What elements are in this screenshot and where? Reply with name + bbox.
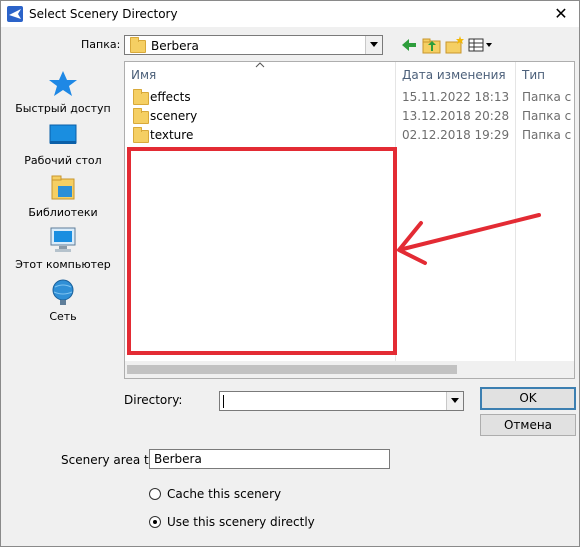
list-item[interactable]: texture 02.12.2018 19:29 Папка с ф	[125, 126, 574, 145]
back-icon	[402, 39, 416, 51]
lookin-value: Berbera	[151, 39, 199, 53]
place-label: Рабочий стол	[24, 154, 102, 167]
view-menu-icon	[468, 38, 492, 52]
place-libraries[interactable]: Библиотеки	[13, 173, 113, 219]
place-quick-access[interactable]: Быстрый доступ	[13, 69, 113, 115]
column-header-date[interactable]: Дата изменения	[396, 62, 515, 88]
directory-label: Directory:	[124, 393, 183, 407]
place-desktop[interactable]: Рабочий стол	[13, 121, 113, 167]
folder-icon	[133, 127, 149, 143]
direct-radio[interactable]	[149, 516, 161, 528]
horizontal-scrollbar[interactable]	[125, 361, 574, 378]
scenery-title-input[interactable]: Berbera	[149, 449, 390, 469]
chevron-down-icon[interactable]	[446, 392, 463, 410]
place-network[interactable]: Сеть	[13, 277, 113, 323]
view-menu-button[interactable]	[467, 35, 495, 55]
place-this-pc[interactable]: Этот компьютер	[13, 225, 113, 271]
folder-icon	[133, 89, 149, 105]
place-label: Библиотеки	[28, 206, 98, 219]
back-button[interactable]	[398, 35, 420, 55]
file-date: 13.12.2018 20:28	[402, 109, 510, 123]
network-icon	[47, 277, 79, 307]
file-name: texture	[150, 128, 194, 142]
up-folder-icon	[422, 38, 441, 54]
directory-combo[interactable]	[219, 391, 464, 411]
file-type: Папка с ф	[522, 90, 574, 104]
column-header-name[interactable]: Имя	[125, 62, 395, 88]
ok-button[interactable]: OK	[480, 387, 576, 410]
column-header-type[interactable]: Тип	[516, 62, 574, 88]
place-label: Сеть	[49, 310, 77, 323]
file-name: scenery	[150, 109, 198, 123]
list-item[interactable]: scenery 13.12.2018 20:28 Папка с ф	[125, 107, 574, 126]
new-folder-icon	[445, 36, 464, 54]
direct-radio-label[interactable]: Use this scenery directly	[167, 515, 315, 529]
cache-radio-label[interactable]: Cache this scenery	[167, 487, 281, 501]
new-folder-button[interactable]	[444, 35, 466, 55]
folder-icon	[133, 108, 149, 124]
file-type: Папка с ф	[522, 128, 574, 142]
lookin-combo[interactable]: Berbera	[124, 35, 383, 55]
libraries-icon	[47, 173, 79, 203]
chevron-down-icon[interactable]	[365, 36, 382, 54]
scrollbar-thumb[interactable]	[127, 365, 457, 374]
title-bar: Select Scenery Directory ✕	[1, 1, 579, 27]
text-cursor	[223, 395, 224, 408]
lookin-label: Папка:	[81, 38, 121, 51]
file-date: 15.11.2022 18:13	[402, 90, 510, 104]
desktop-icon	[47, 121, 79, 151]
app-plane-icon	[7, 6, 23, 22]
file-type: Папка с ф	[522, 109, 574, 123]
file-name: effects	[150, 90, 191, 104]
file-date: 02.12.2018 19:29	[402, 128, 510, 142]
close-button[interactable]: ✕	[551, 4, 571, 24]
place-label: Этот компьютер	[15, 258, 111, 271]
folder-icon	[130, 37, 146, 53]
up-folder-button[interactable]	[421, 35, 443, 55]
cache-radio[interactable]	[149, 488, 161, 500]
place-label: Быстрый доступ	[15, 102, 111, 115]
window-title: Select Scenery Directory	[29, 7, 178, 21]
annotation-arrow	[397, 213, 541, 265]
computer-icon	[47, 225, 79, 255]
annotation-highlight-box	[127, 147, 397, 355]
dialog-window: Select Scenery Directory ✕ Папка: Berber…	[0, 0, 580, 547]
quick-access-icon	[47, 69, 79, 99]
list-item[interactable]: effects 15.11.2022 18:13 Папка с ф	[125, 88, 574, 107]
cancel-button[interactable]: Отмена	[480, 414, 576, 436]
